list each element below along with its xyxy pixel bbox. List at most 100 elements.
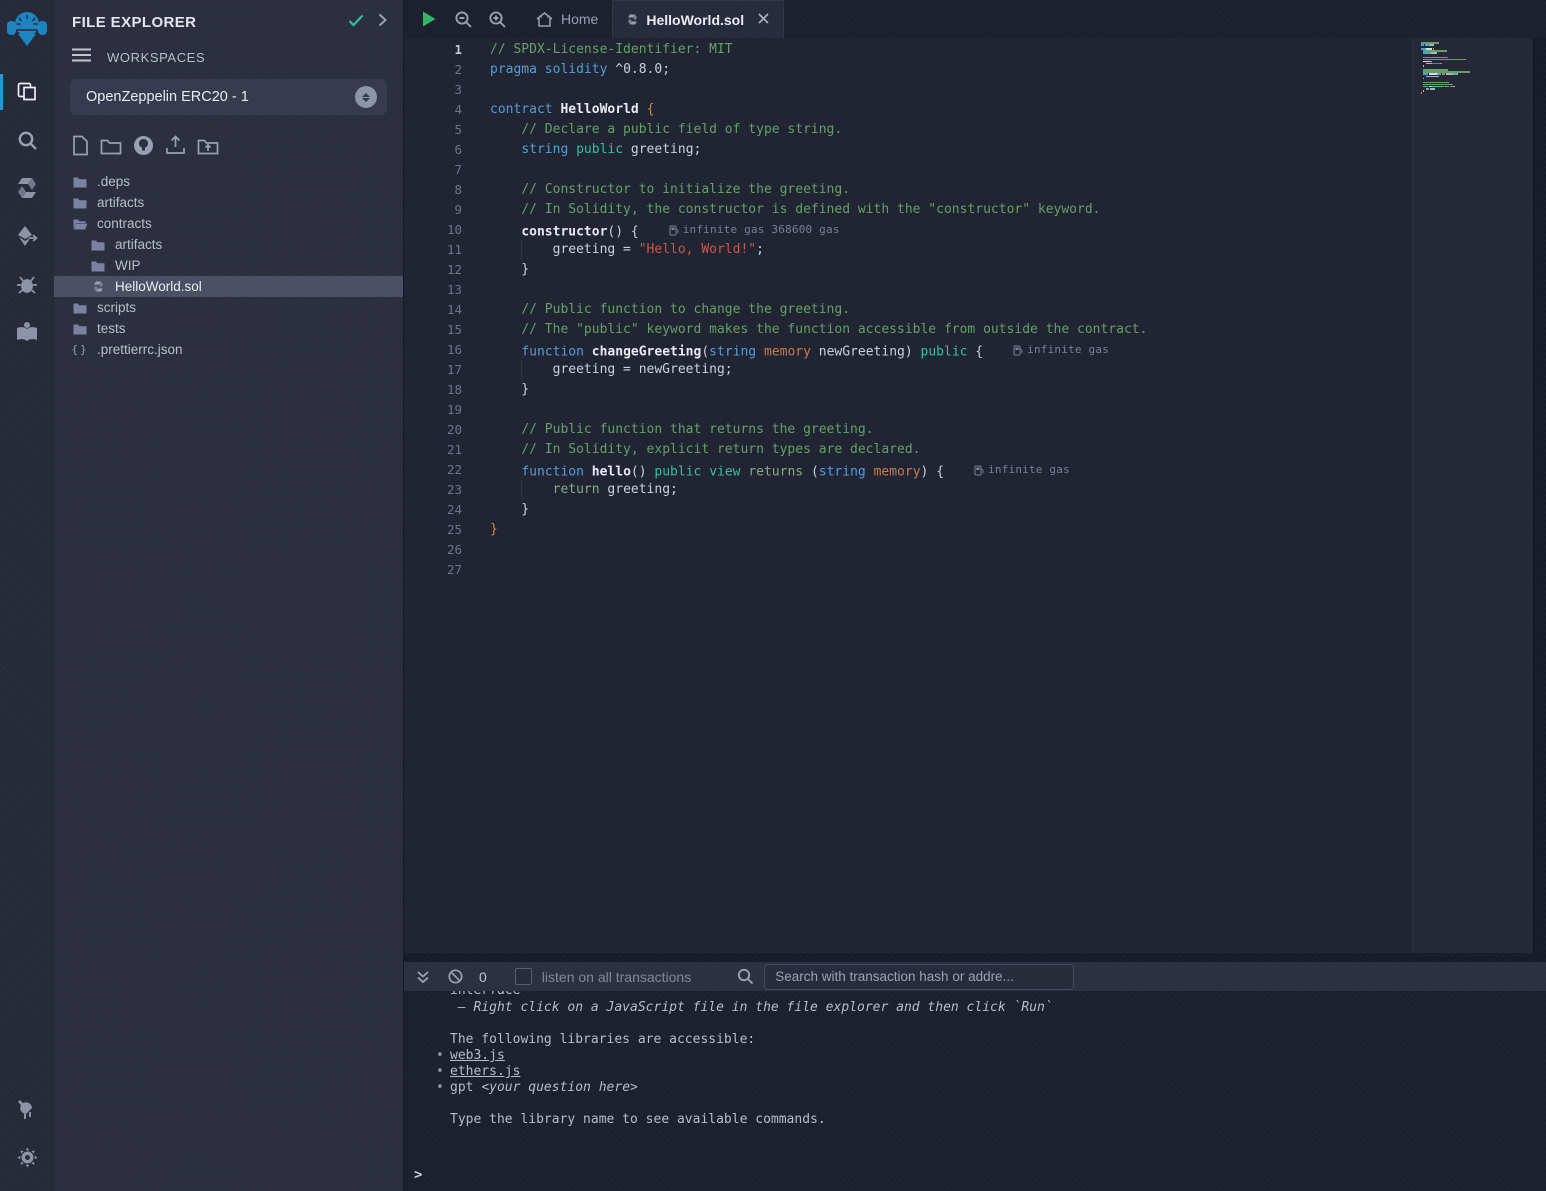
chevron-right-icon[interactable] — [378, 13, 387, 32]
new-file-icon[interactable] — [72, 135, 89, 161]
terminal-header: 0 listen on all transactions — [404, 962, 1546, 991]
tree-item-artifacts[interactable]: artifacts — [54, 192, 403, 213]
terminal-line-clipped: interface — [450, 991, 1546, 1000]
code-line-5: 5 // Declare a public field of type stri… — [404, 120, 1546, 140]
gas-estimate-widget: infinite gas — [974, 460, 1070, 480]
tree-item--prettierrc-json[interactable]: {}.prettierrc.json — [54, 339, 403, 360]
sidebar-item-search[interactable] — [0, 116, 54, 164]
json-icon: {} — [72, 343, 88, 356]
sidebar-item-settings[interactable] — [0, 1133, 54, 1181]
terminal-line: Type the library name to see available c… — [450, 1112, 1546, 1128]
code-line-27: 27 — [404, 560, 1546, 580]
line-number: 20 — [404, 420, 462, 440]
zoom-in-icon[interactable] — [480, 0, 514, 38]
hamburger-menu-icon[interactable] — [72, 48, 91, 67]
code-line-content: } — [462, 260, 529, 280]
code-line-content: // Declare a public field of type string… — [462, 120, 842, 140]
tree-item--deps[interactable]: .deps — [54, 171, 403, 192]
tree-item-scripts[interactable]: scripts — [54, 297, 403, 318]
minimap[interactable] — [1421, 42, 1496, 99]
listen-transactions-checkbox[interactable] — [515, 968, 532, 985]
line-number: 25 — [404, 520, 462, 540]
sidebar-item-solidity-compiler[interactable] — [0, 164, 54, 212]
run-script-button[interactable] — [412, 0, 446, 38]
github-icon[interactable] — [133, 135, 154, 161]
line-number: 17 — [404, 360, 462, 380]
tree-item-tests[interactable]: tests — [54, 318, 403, 339]
tree-item-label: HelloWorld.sol — [115, 279, 202, 294]
line-number: 3 — [404, 80, 462, 100]
code-line-content: // Constructor to initialize the greetin… — [462, 180, 850, 200]
terminal-prompt[interactable]: > — [414, 1167, 422, 1183]
tree-item-artifacts[interactable]: artifacts — [54, 234, 403, 255]
code-line-content: function hello() public view returns (st… — [462, 460, 1070, 480]
sidebar-item-deploy-run[interactable] — [0, 212, 54, 260]
code-line-18: 18 } — [404, 380, 1546, 400]
terminal-line: •web3.js — [450, 1048, 1546, 1064]
code-line-content: pragma solidity ^0.8.0; — [462, 60, 670, 80]
line-number: 16 — [404, 340, 462, 360]
tree-item-wip[interactable]: WIP — [54, 255, 403, 276]
code-editor[interactable]: 1// SPDX-License-Identifier: MIT2pragma … — [404, 38, 1546, 953]
gas-estimate-widget: infinite gas — [1013, 340, 1109, 360]
code-line-25: 25} — [404, 520, 1546, 540]
sidebar-item-plugin-manager[interactable] — [0, 1085, 54, 1133]
code-line-content: // The "public" keyword makes the functi… — [462, 320, 1147, 340]
close-tab-icon[interactable] — [758, 12, 769, 27]
code-line-content: } — [462, 520, 498, 540]
editor-scrollbar[interactable] — [1533, 38, 1546, 953]
line-number: 10 — [404, 220, 462, 240]
sidebar-item-file-explorer[interactable] — [0, 68, 54, 116]
code-line-13: 13 — [404, 280, 1546, 300]
new-folder-icon[interactable] — [100, 137, 122, 160]
code-line-19: 19 — [404, 400, 1546, 420]
tree-item-label: contracts — [97, 216, 152, 231]
line-number: 7 — [404, 160, 462, 180]
tab-home[interactable]: Home — [522, 0, 612, 38]
zoom-out-icon[interactable] — [446, 0, 480, 38]
upload-folder-icon[interactable] — [197, 137, 219, 160]
library-link-ethers-js[interactable]: ethers.js — [450, 1064, 520, 1079]
tree-item-contracts[interactable]: contracts — [54, 213, 403, 234]
tree-item-label: tests — [97, 321, 126, 336]
terminal-line: •gpt <your question here> — [450, 1080, 1546, 1096]
code-line-20: 20 // Public function that returns the g… — [404, 420, 1546, 440]
sidebar-item-debugger[interactable] — [0, 260, 54, 308]
code-line-6: 6 string public greeting; — [404, 140, 1546, 160]
clear-console-icon[interactable] — [448, 969, 463, 984]
check-icon[interactable] — [348, 14, 364, 32]
panel-title: FILE EXPLORER — [72, 14, 348, 31]
code-line-15: 15 // The "public" keyword makes the fun… — [404, 320, 1546, 340]
folder-icon — [72, 302, 88, 314]
line-number: 15 — [404, 320, 462, 340]
gear-icon — [16, 1146, 39, 1169]
line-number: 24 — [404, 500, 462, 520]
tree-item-helloworld-sol[interactable]: HelloWorld.sol — [54, 276, 403, 297]
line-number: 23 — [404, 480, 462, 500]
tab-helloworld-sol[interactable]: HelloWorld.sol — [612, 0, 784, 38]
library-link-web3-js[interactable]: web3.js — [450, 1048, 505, 1063]
line-number: 8 — [404, 180, 462, 200]
line-number: 27 — [404, 560, 462, 580]
line-number: 22 — [404, 460, 462, 480]
tree-item-label: artifacts — [97, 195, 144, 210]
plug-icon — [15, 1097, 39, 1121]
code-line-content: // Public function to change the greetin… — [462, 300, 850, 320]
workspace-caret-icon — [355, 86, 377, 108]
terminal-search-input[interactable] — [764, 964, 1074, 990]
line-number: 2 — [404, 60, 462, 80]
terminal-line: The following libraries are accessible: — [450, 1032, 1546, 1048]
tree-item-label: scripts — [97, 300, 136, 315]
line-number: 13 — [404, 280, 462, 300]
folder-icon — [90, 260, 106, 272]
remix-logo-icon[interactable] — [5, 6, 49, 50]
upload-file-icon[interactable] — [165, 135, 186, 161]
code-line-23: 23 return greeting; — [404, 480, 1546, 500]
expand-terminal-icon[interactable] — [416, 970, 430, 984]
sidebar-item-learneth[interactable] — [0, 308, 54, 356]
editor-area[interactable]: HomeHelloWorld.sol 1// SPDX-License-Iden… — [404, 0, 1546, 953]
deploy-run-icon — [15, 224, 39, 248]
folder-icon — [90, 239, 106, 251]
activity-bar — [0, 0, 55, 1191]
workspace-select[interactable]: OpenZeppelin ERC20 - 1 — [70, 79, 387, 115]
